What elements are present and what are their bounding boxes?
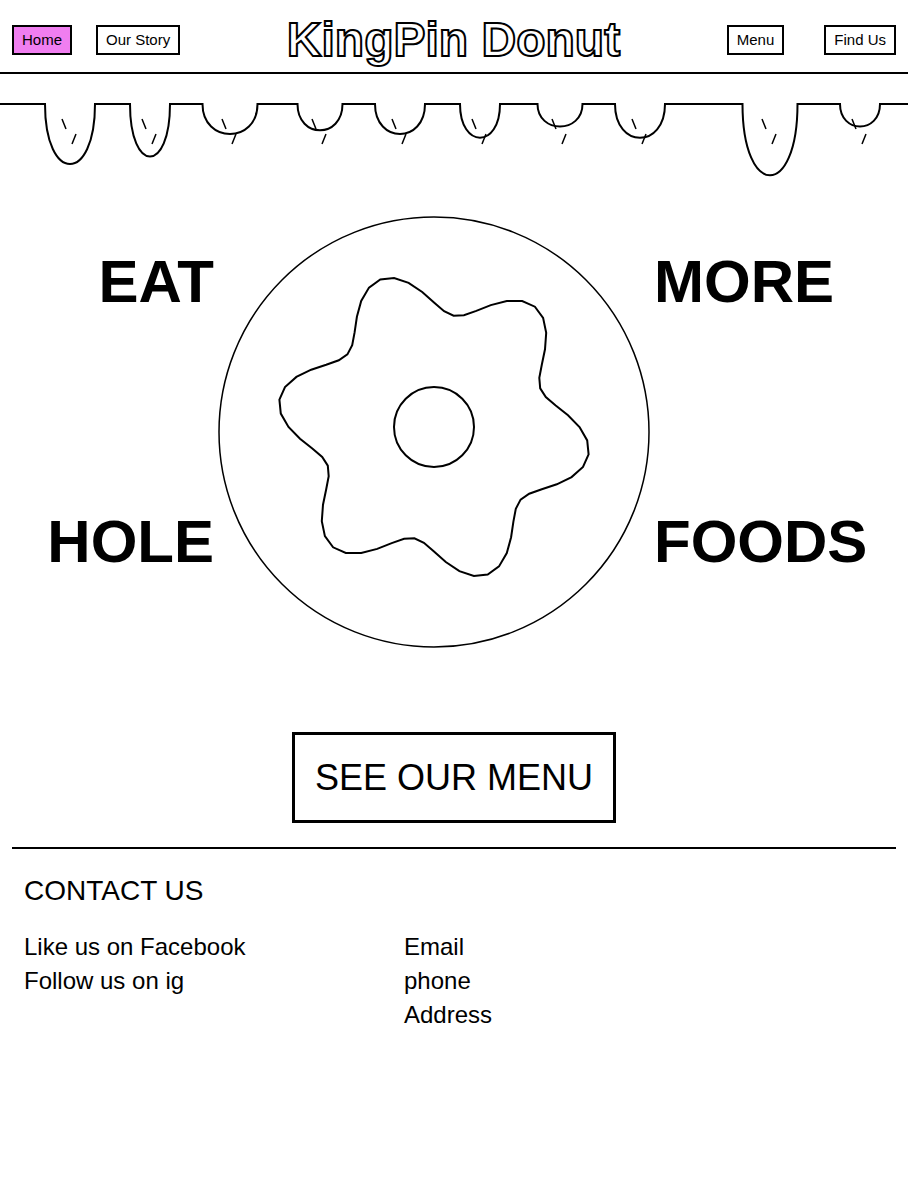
contact-title: CONTACT US [24, 873, 884, 908]
footer: CONTACT US Like us on Facebook Follow us o… [12, 847, 896, 1030]
contact-info: Email phone Address [404, 932, 492, 1030]
hero-word: EAT [98, 252, 214, 312]
page: Home Our Story KingPin Donut Menu Find Us EAT… [0, 0, 908, 1182]
donut-icon [214, 212, 654, 652]
nav-button[interactable]: Menu [727, 25, 785, 56]
social-link[interactable]: Like us on Facebook [24, 932, 324, 962]
glaze-drips-icon [0, 74, 908, 204]
hero-left: EAT HOLE [24, 212, 214, 652]
hero: EAT HOLE MORE FOODS [0, 212, 908, 652]
contact-item: phone [404, 966, 492, 996]
nav-button[interactable]: Home [12, 25, 72, 56]
logo[interactable]: KingPin Donut [287, 16, 620, 64]
hero-word: HOLE [47, 512, 214, 572]
social-links: Like us on Facebook Follow us on ig [24, 932, 324, 1030]
hero-word: FOODS [654, 512, 867, 572]
left-nav: Home Our Story [12, 25, 180, 56]
contact-item: Email [404, 932, 492, 962]
hero-right: MORE FOODS [654, 212, 884, 652]
hero-word: MORE [654, 252, 834, 312]
see-menu-button[interactable]: SEE OUR MENU [292, 732, 616, 823]
contact-item: Address [404, 1000, 492, 1030]
right-nav: Menu Find Us [727, 25, 896, 56]
social-link[interactable]: Follow us on ig [24, 966, 324, 996]
nav-button[interactable]: Our Story [96, 25, 180, 56]
nav-button[interactable]: Find Us [824, 25, 896, 56]
header: Home Our Story KingPin Donut Menu Find Us [0, 0, 908, 74]
